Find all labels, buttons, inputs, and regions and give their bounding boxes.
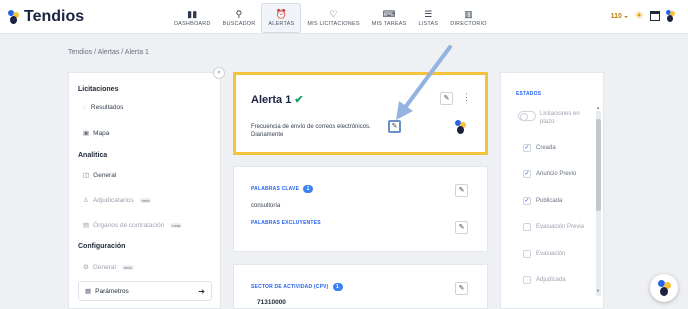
- annotation-arrow: [396, 45, 452, 120]
